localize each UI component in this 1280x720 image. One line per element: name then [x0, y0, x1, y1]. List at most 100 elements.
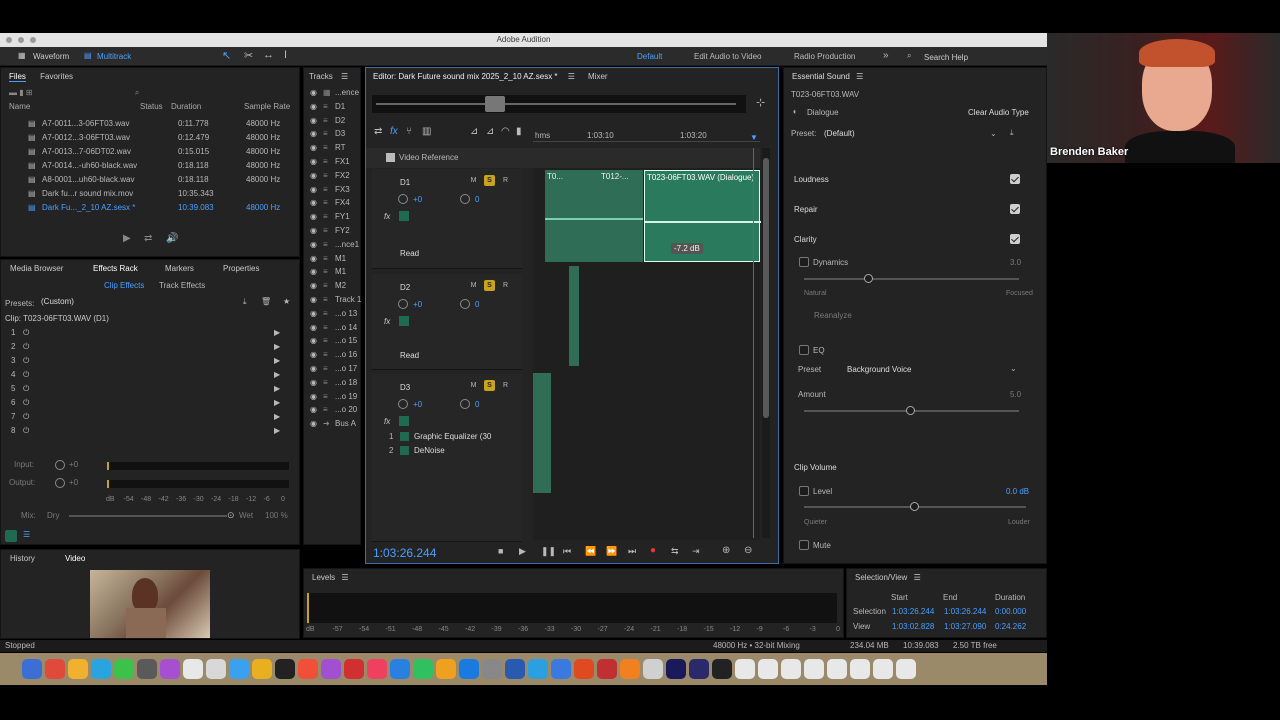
- chevron-right-icon[interactable]: ▶: [274, 382, 280, 396]
- file-row[interactable]: ▤ Dark Fu..._2_10 AZ.sesx * 10:39.083 48000…: [1, 201, 299, 215]
- dock-app-icon[interactable]: [252, 659, 272, 679]
- eq-preset-dropdown[interactable]: Background Voice: [847, 365, 912, 374]
- volume-value[interactable]: +0: [413, 195, 422, 204]
- fx-name[interactable]: DeNoise: [414, 446, 445, 455]
- menu-icon[interactable]: ☰: [568, 72, 575, 81]
- record-icon[interactable]: ●: [650, 545, 656, 556]
- fx-name[interactable]: Graphic Equalizer (30: [414, 432, 491, 441]
- track-list-item[interactable]: ◉ ≡ M2: [304, 279, 360, 293]
- mute-all-icon[interactable]: ⊿: [470, 126, 478, 137]
- track-list-item[interactable]: ◉ ≡ ...o 15: [304, 334, 360, 348]
- dock-app-icon[interactable]: [689, 659, 709, 679]
- eye-icon[interactable]: ◉: [310, 362, 317, 376]
- effect-slot[interactable]: 8 ⏻ ▶: [1, 424, 299, 438]
- mute-button[interactable]: M: [468, 280, 479, 291]
- effect-slot[interactable]: 2 ⏻ ▶: [1, 340, 299, 354]
- level-value[interactable]: 0.0 dB: [1006, 487, 1029, 496]
- folder-icon[interactable]: ▬: [9, 88, 17, 97]
- view-end[interactable]: 1:03:27.090: [944, 622, 986, 631]
- eye-icon[interactable]: ◉: [310, 155, 317, 169]
- power-icon[interactable]: ⏻: [23, 326, 29, 340]
- playhead[interactable]: [753, 148, 754, 538]
- file-row[interactable]: ▤ A7-0012...3-06FT03.wav 0:12.479 48000 Hz: [1, 131, 299, 145]
- level-checkbox[interactable]: [799, 486, 809, 496]
- forward-icon[interactable]: ⏩: [606, 546, 617, 557]
- dock-app-icon[interactable]: [45, 659, 65, 679]
- eye-icon[interactable]: ◉: [310, 334, 317, 348]
- record-arm-button[interactable]: R: [500, 380, 511, 391]
- tab-media-browser[interactable]: Media Browser: [10, 260, 63, 278]
- dock-app-icon[interactable]: [91, 659, 111, 679]
- pan-knob[interactable]: [460, 399, 470, 409]
- eye-icon[interactable]: ◉: [310, 141, 317, 155]
- solo-button[interactable]: S: [484, 380, 495, 391]
- workspace-default[interactable]: Default: [637, 52, 662, 61]
- eye-icon[interactable]: ◉: [310, 403, 317, 417]
- eq-checkbox[interactable]: [799, 345, 809, 355]
- pan-knob[interactable]: [460, 299, 470, 309]
- track-list-item[interactable]: ◉ ≡ ...nce1: [304, 238, 360, 252]
- import-icon[interactable]: ▮: [19, 88, 23, 97]
- playhead-marker-icon[interactable]: ▼: [750, 133, 758, 142]
- es-section[interactable]: Repair: [784, 202, 1034, 232]
- eye-icon[interactable]: ◉: [310, 114, 317, 128]
- power-icon[interactable]: ⏻: [23, 340, 29, 354]
- file-row[interactable]: ▤ A7-0011...3-06FT03.wav 0:11.778 48000 Hz: [1, 117, 299, 131]
- overview-viewport[interactable]: [485, 96, 505, 112]
- eye-icon[interactable]: ◉: [310, 86, 317, 100]
- volume-envelope[interactable]: [645, 221, 761, 223]
- delete-preset-icon[interactable]: 🗑: [261, 297, 271, 306]
- selection-start[interactable]: 1:03:26.244: [892, 607, 934, 616]
- eye-icon[interactable]: ◉: [310, 417, 317, 431]
- track-name[interactable]: D1: [400, 178, 410, 187]
- dock-app-icon[interactable]: [183, 659, 203, 679]
- eye-icon[interactable]: ◉: [310, 169, 317, 183]
- file-row[interactable]: ▤ A7-0013...7-06DT02.wav 0:15.015 48000 Hz: [1, 145, 299, 159]
- dock-app-icon[interactable]: [528, 659, 548, 679]
- track-list-item[interactable]: ◉ ▦ ...ence: [304, 86, 360, 100]
- time-ruler[interactable]: hms 1:03:10 1:03:20 ▼: [533, 126, 760, 142]
- track-list-item[interactable]: ◉ ≡ FX1: [304, 155, 360, 169]
- fx-enabled-icon[interactable]: [399, 416, 409, 426]
- pan-knob[interactable]: [460, 194, 470, 204]
- fx-power-icon[interactable]: [400, 446, 409, 455]
- dialogue-clip[interactable]: T023-06FT03.WAV (Dialogue) -7.2 dB: [644, 170, 761, 262]
- power-icon[interactable]: ⏻: [23, 396, 29, 410]
- meter-icon[interactable]: ▮: [516, 126, 522, 137]
- eye-icon[interactable]: ◉: [310, 127, 317, 141]
- chevron-down-icon[interactable]: ⌄: [990, 129, 997, 138]
- eye-icon[interactable]: ◉: [310, 293, 317, 307]
- track-list-item[interactable]: ◉ ≡ D2: [304, 114, 360, 128]
- track-list-item[interactable]: ◉ ≡ ...o 18: [304, 376, 360, 390]
- monitor-icon[interactable]: ◠: [501, 126, 510, 137]
- es-section[interactable]: Loudness: [784, 172, 1034, 202]
- presets-dropdown[interactable]: (Custom): [39, 297, 236, 309]
- zoom-fit-icon[interactable]: ⊹: [756, 96, 765, 109]
- view-start[interactable]: 1:03:02.828: [892, 622, 934, 631]
- dock-app-icon[interactable]: [114, 659, 134, 679]
- mix-percent[interactable]: 100 %: [265, 511, 288, 520]
- eye-icon[interactable]: ◉: [310, 307, 317, 321]
- power-icon[interactable]: ⏻: [23, 410, 29, 424]
- fx-enabled-icon[interactable]: [399, 316, 409, 326]
- dock-app-icon[interactable]: [666, 659, 686, 679]
- dock-app-icon[interactable]: [597, 659, 617, 679]
- chevron-right-icon[interactable]: ▶: [274, 340, 280, 354]
- move-tool-icon[interactable]: ↖: [222, 49, 231, 62]
- dock-app-icon[interactable]: [758, 659, 778, 679]
- dock-app-icon[interactable]: [781, 659, 801, 679]
- eye-icon[interactable]: ◉: [310, 376, 317, 390]
- col-name[interactable]: Name: [9, 100, 30, 114]
- dock-app-icon[interactable]: [896, 659, 916, 679]
- skip-start-icon[interactable]: ⏮: [563, 546, 571, 557]
- track-list-item[interactable]: ◉ ≡ FX4: [304, 196, 360, 210]
- zoom-out-icon[interactable]: ⊖: [744, 545, 752, 556]
- eye-icon[interactable]: ◉: [310, 390, 317, 404]
- track-list-item[interactable]: ◉ ≡ FX3: [304, 183, 360, 197]
- reanalyze-button[interactable]: Reanalyze: [814, 311, 852, 320]
- chevron-right-icon[interactable]: ▶: [274, 396, 280, 410]
- dock-app-icon[interactable]: [298, 659, 318, 679]
- editor-title[interactable]: Editor: Dark Future sound mix 2025_2_10 …: [373, 72, 558, 81]
- tab-history[interactable]: History: [10, 550, 35, 568]
- level-thumb[interactable]: [910, 502, 919, 511]
